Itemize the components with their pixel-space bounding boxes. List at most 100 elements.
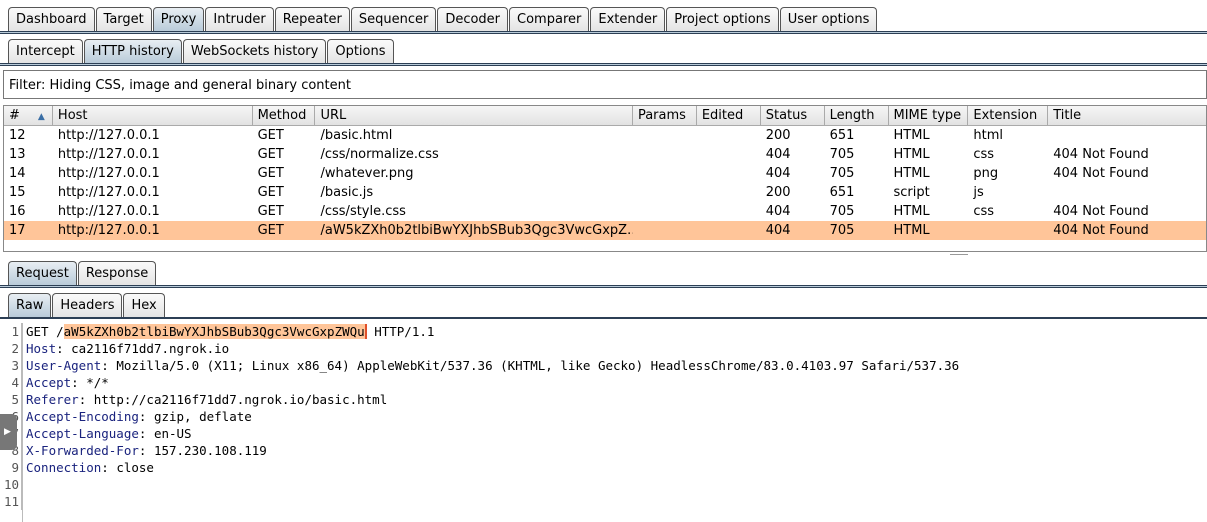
code-line: 7Accept-Language: en-US bbox=[0, 425, 1207, 442]
cell-length: 705 bbox=[829, 204, 855, 219]
tab-response[interactable]: Response bbox=[77, 261, 157, 285]
tab-target[interactable]: Target bbox=[95, 7, 152, 31]
column-header[interactable]: Status bbox=[761, 106, 825, 125]
column-header[interactable]: # ▲ bbox=[4, 106, 53, 125]
column-header[interactable]: Extension bbox=[968, 106, 1049, 125]
header-value: : Mozilla/5.0 (X11; Linux x86_64) AppleW… bbox=[101, 358, 960, 373]
tab-comparer[interactable]: Comparer bbox=[509, 7, 590, 31]
cell-: 17 bbox=[9, 223, 26, 238]
cell-extension: html bbox=[973, 128, 1003, 143]
tab-raw[interactable]: Raw bbox=[8, 293, 52, 317]
cell-extension: png bbox=[973, 166, 999, 181]
table-row[interactable]: 15 http://127.0.0.1 GET/basic.js 200 651 scri… bbox=[4, 183, 1206, 202]
cell-params bbox=[633, 145, 697, 164]
cell-extension: js bbox=[973, 185, 984, 200]
column-label: Length bbox=[829, 108, 875, 123]
cell-edited bbox=[697, 202, 761, 221]
column-header[interactable]: Edited bbox=[697, 106, 761, 125]
header-value: : en-US bbox=[138, 426, 192, 441]
tab-dashboard[interactable]: Dashboard bbox=[8, 7, 95, 31]
column-header[interactable]: URL bbox=[315, 106, 633, 125]
tab-request[interactable]: Request bbox=[8, 261, 77, 285]
line-number: 11 bbox=[0, 493, 22, 510]
cell-status: 404 bbox=[765, 147, 791, 162]
cell-status: 200 bbox=[765, 185, 791, 200]
code-text: Accept-Language: en-US bbox=[22, 425, 192, 442]
cell-title bbox=[1048, 126, 1206, 145]
line-number: 9 bbox=[0, 459, 22, 476]
tab-decoder[interactable]: Decoder bbox=[437, 7, 509, 31]
column-label: Extension bbox=[973, 108, 1038, 123]
column-label: Title bbox=[1053, 108, 1082, 123]
table-row[interactable]: 14 http://127.0.0.1 GET/whatever.png 404 705… bbox=[4, 164, 1206, 183]
splitter-handle[interactable] bbox=[950, 254, 968, 256]
code-line: 11 bbox=[0, 493, 1207, 510]
cell-edited bbox=[697, 164, 761, 183]
code-text: User-Agent: Mozilla/5.0 (X11; Linux x86_… bbox=[22, 357, 959, 374]
table-row[interactable]: 16 http://127.0.0.1 GET/css/style.css 404 70… bbox=[4, 202, 1206, 221]
cell-title: 404 Not Found bbox=[1053, 166, 1149, 181]
cell-edited bbox=[697, 221, 761, 240]
cell-: 12 bbox=[9, 128, 26, 143]
main-tabs: Dashboard Target Proxy Intruder Repeater Sequ… bbox=[8, 7, 878, 31]
header-value: : */* bbox=[71, 375, 109, 390]
tab-project-options[interactable]: Project options bbox=[666, 7, 779, 31]
tab-options[interactable]: Options bbox=[327, 39, 394, 63]
table-row[interactable]: 17 http://127.0.0.1 GET/aW5kZXh0b2tlbiBwYX… bbox=[4, 221, 1206, 240]
column-label: Host bbox=[57, 108, 88, 123]
column-header[interactable]: Host bbox=[53, 106, 253, 125]
tab-divider bbox=[0, 285, 1207, 288]
header-value: : gzip, deflate bbox=[138, 409, 252, 424]
header-name: Referer bbox=[26, 392, 79, 407]
line-number: 1 bbox=[0, 323, 22, 340]
cell-url: /basic.js bbox=[320, 185, 374, 200]
cell-length: 705 bbox=[829, 223, 855, 238]
header-value: : ca2116f71dd7.ngrok.io bbox=[56, 341, 230, 356]
cell-title: 404 Not Found bbox=[1053, 204, 1149, 219]
header-name: Accept bbox=[26, 375, 72, 390]
expand-panel-button[interactable]: ▶ bbox=[0, 414, 17, 450]
tab-extender[interactable]: Extender bbox=[590, 7, 666, 31]
table-row[interactable]: 13 http://127.0.0.1 GET/css/normalize.css 4… bbox=[4, 145, 1206, 164]
filter-bar[interactable]: Filter: Hiding CSS, image and general bi… bbox=[3, 70, 1207, 99]
column-header[interactable]: Method bbox=[253, 106, 316, 125]
tab-proxy[interactable]: Proxy bbox=[152, 7, 205, 31]
cell-params bbox=[633, 164, 697, 183]
tab-divider bbox=[0, 63, 1207, 66]
tab-repeater[interactable]: Repeater bbox=[274, 7, 350, 31]
tab-http-history[interactable]: HTTP history bbox=[83, 39, 182, 63]
tab-headers[interactable]: Headers bbox=[52, 293, 123, 317]
table-row[interactable]: 12 http://127.0.0.1 GET/basic.html 200 651 HT… bbox=[4, 126, 1206, 145]
header-name: Connection bbox=[26, 460, 102, 475]
cell-url: /basic.html bbox=[320, 128, 393, 143]
code-line: 9 Connection: close bbox=[0, 459, 1207, 476]
cell-method: GET bbox=[257, 128, 284, 143]
tab-intercept[interactable]: Intercept bbox=[8, 39, 83, 63]
cell-host: http://127.0.0.1 bbox=[57, 147, 160, 162]
cell-title: 404 Not Found bbox=[1053, 223, 1149, 238]
column-label: # bbox=[9, 108, 20, 123]
tab-intruder[interactable]: Intruder bbox=[205, 7, 274, 31]
highlighted-path: aW5kZXh0b2tlbiBwYXJhbSBub3Qgc3VwcGxpZWQu bbox=[63, 324, 367, 339]
column-header[interactable]: Title bbox=[1048, 106, 1206, 125]
line-number: 5 bbox=[0, 391, 22, 408]
column-label: Edited bbox=[701, 108, 744, 123]
tab-hex[interactable]: Hex bbox=[123, 293, 165, 317]
cell-url: /css/style.css bbox=[320, 204, 406, 219]
column-header[interactable]: Params bbox=[633, 106, 697, 125]
tab-user-options[interactable]: User options bbox=[779, 7, 878, 31]
tab-sequencer[interactable]: Sequencer bbox=[350, 7, 437, 31]
column-header[interactable]: MIME type bbox=[889, 106, 969, 125]
tab-websockets-history[interactable]: WebSockets history bbox=[182, 39, 327, 63]
view-tabs: Raw Headers Hex bbox=[8, 293, 166, 317]
column-label: Method bbox=[257, 108, 307, 123]
line-number: 3 bbox=[0, 357, 22, 374]
column-header[interactable]: Length bbox=[825, 106, 889, 125]
code-text: Connection: close bbox=[22, 459, 154, 476]
code-text: Host: ca2116f71dd7.ngrok.io bbox=[22, 340, 229, 357]
line-number: 10 bbox=[0, 476, 22, 493]
cell-mime-type: HTML bbox=[893, 166, 930, 181]
cell-params bbox=[633, 202, 697, 221]
request-editor[interactable]: 1 GET /aW5kZXh0b2tlbiBwYXJhbSBub3Qgc3VwcG… bbox=[0, 323, 1207, 510]
